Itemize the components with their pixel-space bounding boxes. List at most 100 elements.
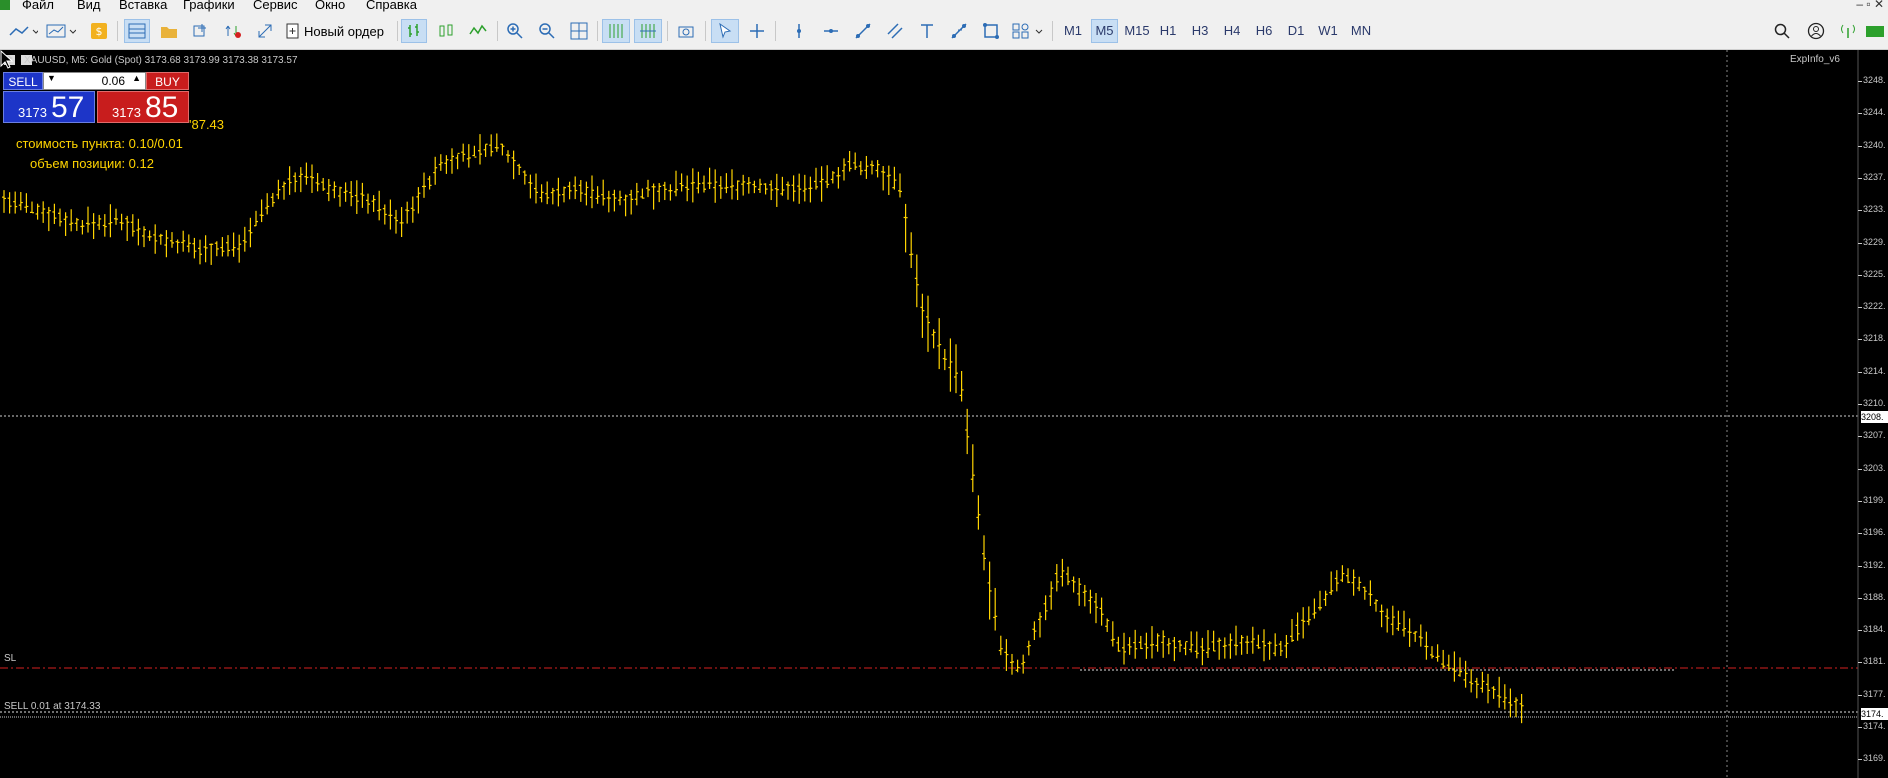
menu-charts[interactable]: Графики: [183, 0, 235, 12]
ohlc-bar: [209, 243, 214, 265]
price-tick-label: 3169.: [1863, 753, 1886, 764]
market-watch-icon[interactable]: [124, 19, 150, 43]
ohlc-bar: [774, 173, 779, 207]
ohlc-bar: [483, 143, 488, 157]
chart-canvas[interactable]: [0, 50, 1888, 778]
lot-increase-icon[interactable]: ▲: [132, 73, 141, 83]
ohlc-bar: [875, 160, 880, 178]
chart-type-icon[interactable]: [6, 19, 40, 43]
price-tick-label: 3218.: [1863, 333, 1886, 344]
bar-chart-icon[interactable]: [401, 19, 427, 43]
bid-price-tag: 3174.: [1861, 708, 1888, 720]
ohlc-bar: [2, 190, 6, 213]
ohlc-bar: [1346, 568, 1350, 584]
algo-trading-icon[interactable]: $: [88, 19, 110, 43]
ohlc-bar: [1217, 637, 1222, 660]
line-chart-icon[interactable]: [465, 19, 491, 43]
buy-price[interactable]: 3173 85: [97, 91, 189, 124]
strategy-tester-icon[interactable]: [220, 19, 246, 43]
menu-help[interactable]: Справка: [366, 0, 417, 12]
ohlc-bar: [662, 181, 667, 201]
tf-h1[interactable]: H1: [1156, 19, 1180, 43]
autoscroll-icon[interactable]: [602, 19, 630, 43]
connection-bars-icon[interactable]: [1864, 19, 1886, 43]
account-icon[interactable]: [1804, 19, 1828, 43]
ohlc-bar: [102, 214, 107, 237]
cursor-icon[interactable]: [711, 19, 739, 43]
horizontal-line-icon[interactable]: [818, 19, 844, 43]
ohlc-bar: [326, 179, 331, 202]
ohlc-bar: [987, 561, 992, 620]
ohlc-bar: [97, 214, 102, 230]
tf-d1[interactable]: D1: [1284, 19, 1308, 43]
ohlc-bar: [1413, 631, 1418, 642]
crosshair-zoom-icon[interactable]: [188, 19, 214, 43]
lot-input[interactable]: ▼ 0.06 ▲: [43, 72, 146, 90]
tf-h4[interactable]: H4: [1220, 19, 1244, 43]
tf-mn[interactable]: MN: [1348, 19, 1374, 43]
ohlc-bar: [634, 182, 639, 206]
shapes-icon[interactable]: [978, 19, 1004, 43]
fibonacci-icon[interactable]: [946, 19, 972, 43]
price-chart[interactable]: XAUUSD, M5: Gold (Spot) 3173.68 3173.99 …: [0, 50, 1888, 778]
crosshair-icon[interactable]: [744, 19, 770, 43]
ohlc-bar: [382, 204, 387, 225]
tf-m15[interactable]: M15: [1122, 19, 1152, 43]
ohlc-bar: [702, 175, 706, 193]
ohlc-bar: [1178, 640, 1182, 653]
ohlc-bar: [1250, 626, 1255, 654]
ohlc-bar: [937, 318, 942, 370]
grid-icon[interactable]: [566, 19, 592, 43]
ohlc-bar: [1374, 599, 1378, 612]
signal-icon[interactable]: [1836, 19, 1860, 43]
ohlc-bar: [125, 215, 130, 241]
menu-view[interactable]: Вид: [77, 0, 101, 12]
menu-tools[interactable]: Сервис: [253, 0, 298, 12]
ohlc-bar: [1116, 636, 1121, 652]
ohlc-bar: [343, 182, 348, 202]
menu-window[interactable]: Окно: [315, 0, 345, 12]
ohlc-bar: [1189, 631, 1194, 653]
ohlc-bar: [1239, 635, 1244, 655]
tf-h3[interactable]: H3: [1188, 19, 1212, 43]
price-tick-label: 3222.: [1863, 301, 1886, 312]
candlestick-icon[interactable]: [433, 19, 459, 43]
price-tick-mark: [1858, 565, 1862, 567]
ohlc-bar: [298, 167, 303, 193]
new-order-button[interactable]: Новый ордер: [286, 19, 384, 43]
ohlc-bar: [1110, 621, 1115, 647]
expand-icon[interactable]: [252, 19, 278, 43]
price-tick-mark: [1858, 404, 1862, 405]
buy-button[interactable]: BUY: [146, 72, 189, 90]
ohlc-bar: [1441, 649, 1446, 669]
trend-line-icon[interactable]: [850, 19, 876, 43]
templates-icon[interactable]: [44, 19, 78, 43]
ohlc-bar: [713, 169, 718, 203]
sell-button[interactable]: SELL: [3, 72, 43, 90]
ohlc-bar: [707, 167, 712, 190]
channel-icon[interactable]: [882, 19, 908, 43]
sell-price[interactable]: 3173 57: [3, 91, 95, 124]
ohlc-bar: [651, 183, 656, 210]
tf-h6[interactable]: H6: [1252, 19, 1276, 43]
search-icon[interactable]: [1770, 19, 1794, 43]
zoom-out-icon[interactable]: [534, 19, 560, 43]
zoom-in-icon[interactable]: [502, 19, 528, 43]
tf-m1[interactable]: M1: [1060, 19, 1086, 43]
vertical-line-icon[interactable]: [786, 19, 812, 43]
price-tick-mark: [1858, 630, 1862, 632]
text-tool-icon[interactable]: [914, 19, 940, 43]
ohlc-bar: [836, 167, 841, 189]
navigator-icon[interactable]: [156, 19, 182, 43]
objects-dropdown-icon[interactable]: [1010, 19, 1046, 43]
ohlc-bar: [1060, 558, 1065, 587]
screenshot-icon[interactable]: [673, 19, 699, 43]
chart-shift-icon[interactable]: [634, 19, 662, 43]
ohlc-bar: [601, 179, 606, 206]
tf-w1[interactable]: W1: [1316, 19, 1340, 43]
menu-file[interactable]: Файл: [22, 0, 54, 12]
window-controls[interactable]: – ▫ ✕: [1856, 0, 1884, 11]
menu-insert[interactable]: Вставка: [119, 0, 167, 12]
lot-decrease-icon[interactable]: ▼: [47, 73, 56, 83]
tf-m5[interactable]: M5: [1091, 19, 1118, 43]
